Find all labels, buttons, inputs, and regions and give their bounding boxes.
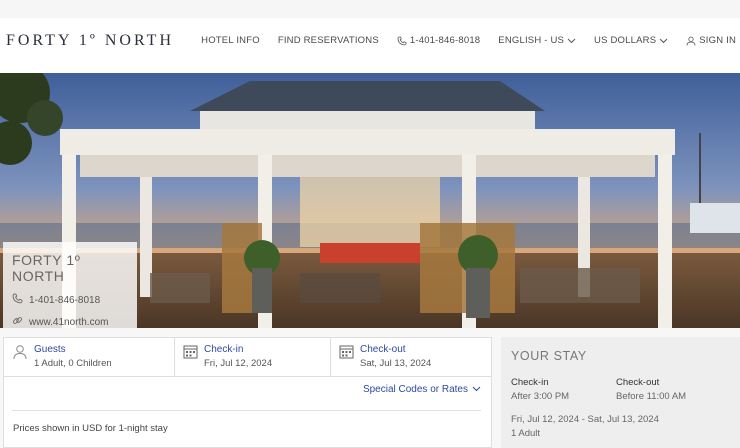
stay-checkin: Check-in After 3:00 PM [511, 377, 616, 402]
chevron-down-icon [659, 38, 668, 44]
calendar-icon [183, 344, 198, 370]
top-nav: HOTEL INFO FIND RESERVATIONS 1-401-846-8… [201, 18, 736, 63]
chevron-down-icon [567, 38, 576, 44]
hotel-website: www.41north.com [29, 316, 109, 328]
nav-phone[interactable]: 1-401-846-8018 [397, 35, 480, 46]
stay-checkout: Check-out Before 11:00 AM [616, 377, 721, 402]
nav-language-label: ENGLISH - US [498, 35, 565, 46]
hotel-phone-row[interactable]: 1-401-846-8018 [12, 293, 128, 307]
hotel-info-card: FORTY 1º NORTH 1-401-846-8018 www.41nort… [3, 242, 137, 328]
stay-dates: Fri, Jul 12, 2024 - Sat, Jul 13, 2024 [511, 414, 659, 425]
divider [12, 410, 481, 411]
stay-checkout-value: Before 11:00 AM [616, 391, 687, 402]
checkin-label: Check-in [204, 344, 244, 355]
user-icon [686, 36, 696, 46]
special-codes-label: Special Codes or Rates [362, 384, 468, 395]
special-codes-toggle[interactable]: Special Codes or Rates [363, 384, 481, 395]
guests-field[interactable]: Guests 1 Adult, 0 Children [4, 338, 175, 377]
calendar-icon [339, 344, 354, 370]
nav-currency-select[interactable]: US DOLLARS [594, 35, 668, 46]
checkin-value: Fri, Jul 12, 2024 [204, 358, 273, 369]
prices-note: Prices shown in USD for 1-night stay [13, 423, 168, 434]
stay-guests: 1 Adult [511, 428, 541, 439]
checkout-value: Sat, Jul 13, 2024 [360, 358, 432, 369]
nav-find-reservations[interactable]: FIND RESERVATIONS [278, 35, 379, 46]
phone-icon [12, 293, 23, 307]
nav-sign-in[interactable]: SIGN IN [686, 35, 736, 46]
checkout-label: Check-out [360, 344, 406, 355]
hotel-phone: 1-401-846-8018 [29, 294, 101, 306]
site-header: FORTY 1º NORTH HOTEL INFO FIND RESERVATI… [0, 18, 740, 73]
top-strip [0, 0, 740, 18]
hotel-name: FORTY 1º NORTH [12, 252, 81, 284]
chevron-down-icon [472, 384, 481, 395]
user-icon [12, 344, 28, 370]
checkout-field[interactable]: Check-out Sat, Jul 13, 2024 [331, 338, 491, 377]
nav-currency-label: US DOLLARS [594, 35, 657, 46]
guests-label: Guests [34, 344, 66, 355]
nav-hotel-info[interactable]: HOTEL INFO [201, 35, 260, 46]
guests-value: 1 Adult, 0 Children [34, 358, 112, 369]
your-stay-panel: YOUR STAY Check-in After 3:00 PM Check-o… [501, 337, 740, 448]
hotel-website-row[interactable]: www.41north.com [12, 315, 128, 329]
stay-checkout-label: Check-out [616, 377, 660, 388]
nav-sign-in-label: SIGN IN [699, 35, 736, 46]
your-stay-title: YOUR STAY [511, 349, 587, 363]
checkin-field[interactable]: Check-in Fri, Jul 12, 2024 [175, 338, 331, 377]
nav-language-select[interactable]: ENGLISH - US [498, 35, 576, 46]
stay-checkin-label: Check-in [511, 377, 549, 388]
nav-find-reservations-label: FIND RESERVATIONS [277, 35, 379, 46]
search-panel: Guests 1 Adult, 0 Children Check-in Fri,… [3, 337, 492, 448]
nav-hotel-info-label: HOTEL INFO [201, 35, 260, 46]
link-icon [12, 315, 23, 329]
hotel-logo[interactable]: FORTY 1º NORTH [6, 32, 174, 50]
stay-times: Check-in After 3:00 PM Check-out Before … [511, 377, 730, 402]
stay-checkin-value: After 3:00 PM [511, 391, 570, 402]
phone-icon [397, 36, 407, 46]
nav-phone-label: 1-401-846-8018 [409, 35, 481, 46]
